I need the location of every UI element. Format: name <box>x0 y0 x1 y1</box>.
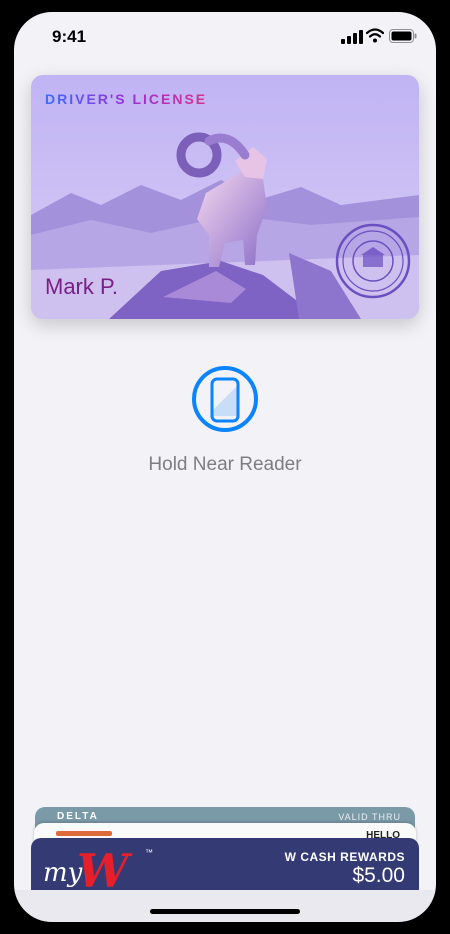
home-indicator[interactable] <box>150 909 300 914</box>
battery-icon <box>389 29 417 43</box>
cellular-signal-icon <box>341 30 363 44</box>
status-time: 9:41 <box>52 27 87 46</box>
rewards-value: $5.00 <box>352 864 405 887</box>
home-indicator-area <box>14 890 436 922</box>
delta-brand: DELTA <box>57 811 99 822</box>
delta-status: VALID THRU <box>338 812 401 822</box>
rewards-label: W CASH REWARDS <box>284 850 405 864</box>
hold-near-reader-label: Hold Near Reader <box>148 454 302 475</box>
walgreens-logo-tm: ™ <box>145 848 153 857</box>
phone-nfc-icon <box>192 366 258 432</box>
card-title: DRIVER'S LICENSE <box>45 91 208 107</box>
drivers-license-card[interactable]: DRIVER'S LICENSE Mark P. <box>31 75 419 319</box>
status-bar: 9:41 <box>14 12 436 60</box>
pass-logo-strip <box>56 831 112 836</box>
wifi-icon <box>366 28 384 43</box>
card-holder-name: Mark P. <box>45 274 118 299</box>
wallet-screen: 9:41 DRIVER'S LICENSE Mark P. Hold Near … <box>14 12 436 922</box>
